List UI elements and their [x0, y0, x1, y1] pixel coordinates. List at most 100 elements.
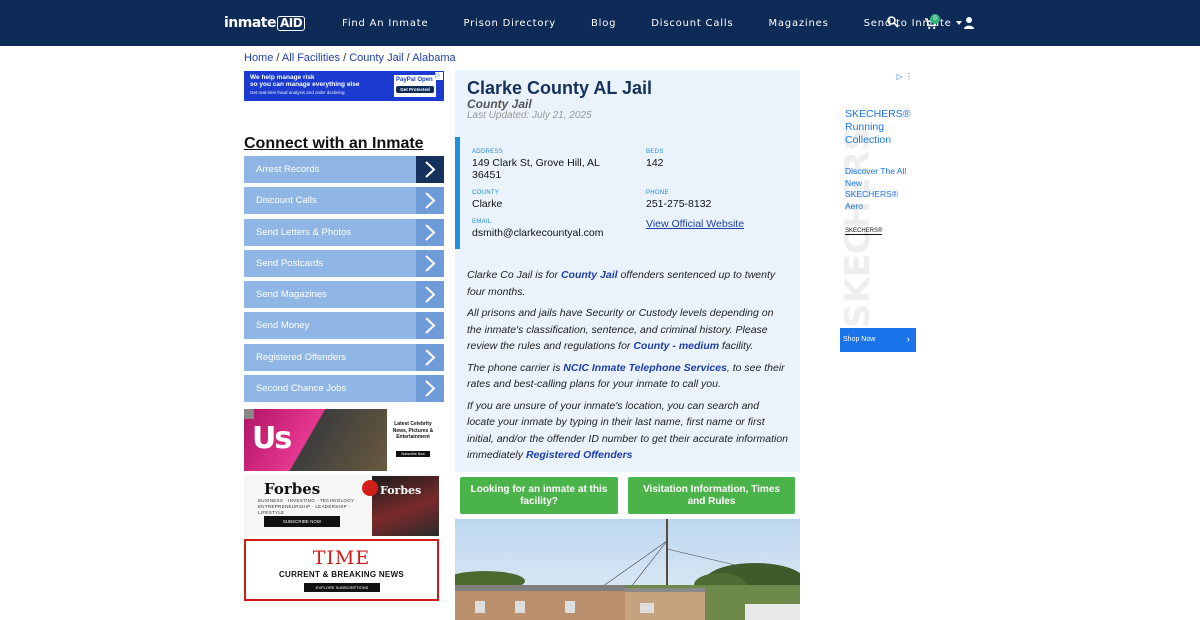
nav-find-inmate[interactable]: Find An Inmate [342, 18, 428, 29]
menu-label: Second Chance Jobs [256, 382, 347, 394]
menu-arrest-records[interactable]: Arrest Records [244, 156, 444, 183]
accent-bar [455, 137, 460, 249]
menu-label: Send Postcards [256, 257, 324, 269]
breadcrumb-sep: / [406, 52, 410, 64]
email-value: dsmith@clarkecountyal.com [472, 227, 604, 239]
logo-accent: AID [277, 15, 306, 31]
magazine-cover-image: Forbes [362, 476, 439, 536]
menu-registered-offenders[interactable]: Registered Offenders [244, 343, 444, 371]
ad-headline: We help manage risk so you can manage ev… [250, 74, 359, 88]
ad-brand-box: PayPal Open Get Protected [394, 75, 436, 97]
chevron-right-icon [416, 312, 444, 340]
breadcrumb-sep: / [343, 52, 347, 64]
facility-photo [455, 519, 800, 620]
facility-photo-image [455, 519, 800, 620]
menu-send-magazines[interactable]: Send Magazines [244, 281, 444, 308]
chevron-right-icon [416, 218, 444, 246]
user-icon[interactable] [962, 16, 976, 30]
county-jail-link[interactable]: County Jail [561, 269, 618, 281]
menu-discount-calls[interactable]: Discount Calls [244, 187, 444, 215]
ad-explore-button[interactable]: EXPLORE SUBSCRIPTIONS [304, 583, 380, 592]
skechers-ad[interactable]: SKECHERS ▷ ⋮ SKECHERS® Running Collectio… [840, 70, 916, 352]
search-icon[interactable] [886, 15, 900, 29]
ad-subscribe-button[interactable]: Subscribe Now [396, 451, 430, 457]
county-value: Clarke [472, 198, 503, 210]
logo-text: inmate [224, 15, 277, 31]
last-updated: Last Updated: July 21, 2025 [467, 110, 592, 121]
registered-offenders-link[interactable]: Registered Offenders [526, 449, 633, 461]
email-label: EMAIL [472, 219, 492, 225]
ad-brand-2: Open [417, 77, 433, 83]
forbes-ad[interactable]: Forbes BUSINESS · INVESTING · TECHNOLOGY… [244, 474, 439, 536]
connect-heading: Connect with an Inmate [244, 135, 424, 152]
facility-type: County Jail [467, 97, 532, 111]
ad-text: Latest Celebrity News, Pictures & Entert… [392, 421, 434, 440]
breadcrumb-alabama[interactable]: Alabama [412, 52, 455, 64]
ad-line-2: so you can manage everything else [250, 81, 360, 88]
ad-body: Discover The All New SKECHERS® Aero [845, 166, 907, 211]
breadcrumb-sep: / [276, 52, 280, 64]
chevron-down-icon [955, 20, 962, 25]
desc-text: Clarke Co Jail is for [467, 269, 561, 281]
beds-value: 142 [646, 157, 664, 169]
breadcrumb-home[interactable]: Home [244, 52, 273, 64]
paypal-ad-banner[interactable]: We help manage risk so you can manage ev… [244, 71, 444, 101]
breadcrumb-all-facilities[interactable]: All Facilities [282, 52, 340, 64]
chevron-right-icon [416, 343, 444, 371]
phone-carrier-link[interactable]: NCIC Inmate Telephone Services [563, 362, 727, 374]
ad-line-1: We help manage risk [250, 74, 315, 81]
menu-label: Send Money [256, 320, 310, 332]
address-label: ADDRESS [472, 149, 504, 155]
menu-label: Send Letters & Photos [256, 226, 352, 238]
desc-paragraph: The phone carrier is NCIC Inmate Telepho… [467, 360, 789, 393]
cart-count-badge: 0 [930, 14, 940, 24]
top-navbar: inmate AID Find An Inmate Prison Directo… [0, 0, 1200, 46]
us-weekly-ad[interactable]: Us Latest Celebrity News, Pictures & Ent… [244, 409, 439, 471]
ad-subtitle: CURRENT & BREAKING NEWS [278, 570, 405, 579]
desc-text: The phone carrier is [467, 361, 564, 374]
adchoices-icon[interactable]: ▷ ⋮ [897, 72, 913, 81]
breadcrumb: Home / All Facilities / County Jail / Al… [244, 52, 456, 64]
county-label: COUNTY [472, 190, 500, 196]
menu-label: Send Magazines [256, 289, 327, 300]
menu-send-money[interactable]: Send Money [244, 312, 444, 340]
desc-paragraph: Clarke Co Jail is for County Jail offend… [467, 267, 789, 300]
visitation-button[interactable]: Visitation Information, Times and Rules [628, 477, 795, 514]
nav-discount-calls[interactable]: Discount Calls [651, 18, 733, 29]
find-inmate-button[interactable]: Looking for an inmate at this facility? [460, 477, 618, 514]
shop-now-button[interactable]: Shop Now › [840, 328, 916, 352]
chevron-right-icon [416, 374, 444, 402]
menu-label: Discount Calls [256, 195, 317, 207]
ad-tagline: BUSINESS · INVESTING · TECHNOLOGY ENTREP… [258, 498, 355, 515]
chevron-right-icon: › [906, 334, 910, 345]
nav-send-to-inmate[interactable]: Send to Inmate [864, 18, 962, 29]
site-logo[interactable]: inmate AID [224, 14, 306, 32]
chevron-right-icon [416, 187, 444, 215]
phone-label: PHONE [646, 190, 669, 196]
ad-cta-button[interactable]: Get Protected [396, 86, 434, 93]
chevron-right-icon [416, 281, 444, 308]
menu-label: Registered Offenders [256, 351, 347, 363]
official-website-link[interactable]: View Official Website [646, 218, 744, 230]
phone-value: 251-275-8132 [646, 198, 712, 210]
security-level-link[interactable]: County - medium [633, 340, 719, 352]
ad-headline: SKECHERS® Running Collection [845, 108, 911, 146]
ad-corner [244, 409, 254, 419]
nav-magazines[interactable]: Magazines [768, 18, 828, 29]
time-ad[interactable]: TIME CURRENT & BREAKING NEWS EXPLORE SUB… [244, 539, 439, 601]
menu-send-postcards[interactable]: Send Postcards [244, 249, 444, 277]
facility-description: Clarke Co Jail is for County Jail offend… [467, 267, 789, 469]
cover-logo: Forbes [380, 484, 422, 497]
ad-subscribe-button[interactable]: SUBSCRIBE NOW [264, 516, 340, 527]
nav-prison-directory[interactable]: Prison Directory [463, 18, 555, 29]
nav-blog[interactable]: Blog [591, 18, 616, 29]
desc-paragraph: If you are unsure of your inmate's locat… [467, 398, 789, 464]
desc-paragraph: All prisons and jails have Security or C… [467, 305, 789, 355]
ad-brand: PayPal [396, 77, 416, 83]
menu-second-chance-jobs[interactable]: Second Chance Jobs [244, 374, 444, 402]
breadcrumb-county-jail[interactable]: County Jail [349, 52, 403, 64]
menu-send-letters[interactable]: Send Letters & Photos [244, 218, 444, 246]
menu-label: Arrest Records [256, 164, 320, 175]
forbes-logo: Forbes [264, 480, 321, 498]
adchoices-icon[interactable]: ▷ [435, 72, 443, 80]
